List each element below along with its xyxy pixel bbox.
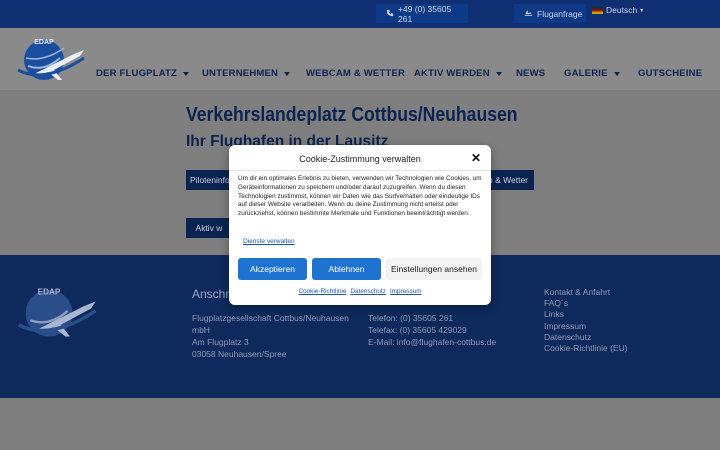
caret-down-icon <box>183 71 190 76</box>
header <box>0 28 720 90</box>
cookie-consent-dialog: Cookie-Zustimmung verwalten ✕ Um dir ein… <box>229 145 491 305</box>
footer-address: Flugplatzgesellschaft Cottbus/Neuhausen … <box>192 312 352 360</box>
nav-gutscheine[interactable]: GUTSCHEINE <box>638 68 708 79</box>
close-icon[interactable]: ✕ <box>471 152 481 164</box>
chevron-down-icon: ▾ <box>640 7 644 14</box>
webcam-wetter-button[interactable]: n & Wetter <box>484 170 534 190</box>
caret-down-icon <box>495 71 502 76</box>
logo-text: EDAP <box>34 39 54 46</box>
view-settings-button[interactable]: Einstellungen ansehen <box>386 258 482 280</box>
nav-aktiv-werden[interactable]: AKTIV WERDEN <box>414 68 516 79</box>
dialog-title: Cookie-Zustimmung verwalten <box>299 154 421 164</box>
nav-label: GALERIE <box>564 68 608 79</box>
page-bottom <box>0 398 720 450</box>
nav-news[interactable]: NEWS <box>516 68 564 79</box>
footer-links: Kontakt & Anfahrt FAQ´s Links Impressum … <box>544 287 628 354</box>
footer-link-kontakt[interactable]: Kontakt & Anfahrt <box>544 287 628 298</box>
caret-down-icon <box>613 71 620 76</box>
language-label: Deutsch <box>606 5 638 15</box>
nav-label: NEWS <box>516 68 546 79</box>
footer-link-datenschutz[interactable]: Datenschutz <box>544 332 628 343</box>
footer-link-faq[interactable]: FAQ´s <box>544 298 628 309</box>
dialog-links: Cookie-Richtlinie Datenschutz Impressum <box>229 288 491 295</box>
deny-button[interactable]: Ablehnen <box>312 258 381 280</box>
footer-logo[interactable]: EDAP <box>14 284 98 345</box>
address-line: 03058 Neuhausen/Spree <box>192 349 287 359</box>
footer-link-cookie-richtlinie[interactable]: Cookie-Richtlinie (EU) <box>544 343 628 354</box>
site-logo[interactable]: EDAP <box>14 36 86 87</box>
globe-plane-logo-icon: EDAP <box>17 39 85 80</box>
main-navigation: DER FLUGPLATZ UNTERNEHMEN WEBCAM & WETTE… <box>96 68 708 79</box>
address-line: Flugplatzgesellschaft Cottbus/Neuhausen <box>192 313 349 323</box>
address-line: Am Flugplatz 3 <box>192 337 249 347</box>
nav-label: UNTERNEHMEN <box>202 68 279 79</box>
piloteninfo-button[interactable]: Piloteninfo <box>186 170 232 190</box>
contact-fax: Telefax: (0) 35605 429029 <box>368 325 467 335</box>
page-title: Verkehrslandeplatz Cottbus/Neuhausen <box>186 104 518 126</box>
nav-unternehmen[interactable]: UNTERNEHMEN <box>202 68 306 79</box>
footer-address-heading: Anschrift <box>192 287 230 301</box>
nav-galerie[interactable]: GALERIE <box>564 68 638 79</box>
logo-text: EDAP <box>38 288 61 297</box>
imprint-link[interactable]: Impressum <box>390 288 422 295</box>
dialog-text: Um dir ein optimales Erlebnis zu bieten,… <box>238 175 482 218</box>
nav-webcam-wetter[interactable]: WEBCAM & WETTER <box>306 68 414 79</box>
accept-button[interactable]: Akzeptieren <box>238 258 307 280</box>
footer-contact: Telefon: (0) 35605 261 Telefax: (0) 3560… <box>368 312 496 348</box>
cookie-policy-link[interactable]: Cookie-Richtlinie <box>298 288 346 295</box>
contact-phone[interactable]: Telefon: (0) 35605 261 <box>368 312 496 324</box>
privacy-link[interactable]: Datenschutz <box>350 288 386 295</box>
nav-der-flugplatz[interactable]: DER FLUGPLATZ <box>96 68 202 79</box>
phone-icon <box>386 9 394 19</box>
aktiv-werden-button[interactable]: Aktiv w <box>186 218 232 238</box>
caret-down-icon <box>284 71 291 76</box>
nav-label: AKTIV WERDEN <box>414 68 490 79</box>
phone-button[interactable]: +49 (0) 35605 261 <box>376 3 468 24</box>
plane-icon <box>524 9 533 19</box>
footer-link-impressum[interactable]: Impressum <box>544 321 628 332</box>
german-flag-icon <box>592 6 603 14</box>
manage-services-link[interactable]: Dienste verwalten <box>243 238 295 245</box>
nav-label: WEBCAM & WETTER <box>306 68 406 79</box>
footer-link-links[interactable]: Links <box>544 309 628 320</box>
nav-label: GUTSCHEINE <box>638 68 703 79</box>
contact-email[interactable]: E-Mail: info@flughafen-cottbus.de <box>368 336 496 348</box>
phone-label: +49 (0) 35605 261 <box>398 3 452 24</box>
flight-request-label: Fluganfrage <box>537 8 583 19</box>
flight-request-button[interactable]: Fluganfrage <box>514 4 586 23</box>
divider <box>229 170 491 171</box>
globe-plane-logo-icon: EDAP <box>17 288 97 337</box>
nav-label: DER FLUGPLATZ <box>96 68 178 79</box>
address-line: mbH <box>192 325 210 335</box>
language-switcher[interactable]: Deutsch ▾ <box>592 5 643 15</box>
